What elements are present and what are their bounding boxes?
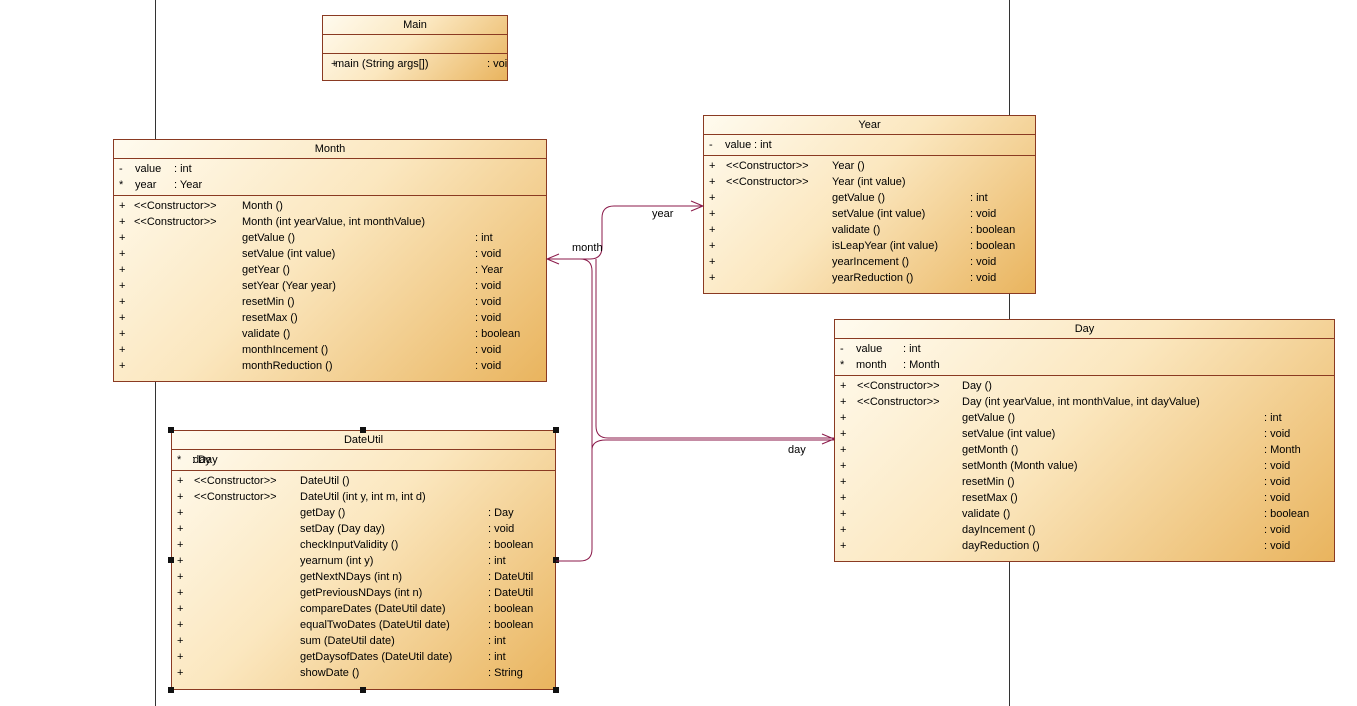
role-label-year: year (652, 208, 674, 220)
association-month-year (547, 205, 703, 260)
association-links (545, 200, 836, 562)
role-label-day: day (788, 444, 806, 456)
role-label-month: month (572, 242, 603, 254)
arrowhead-day (821, 433, 836, 445)
association-month-day (595, 259, 834, 439)
association-dateutil-month (547, 258, 593, 562)
